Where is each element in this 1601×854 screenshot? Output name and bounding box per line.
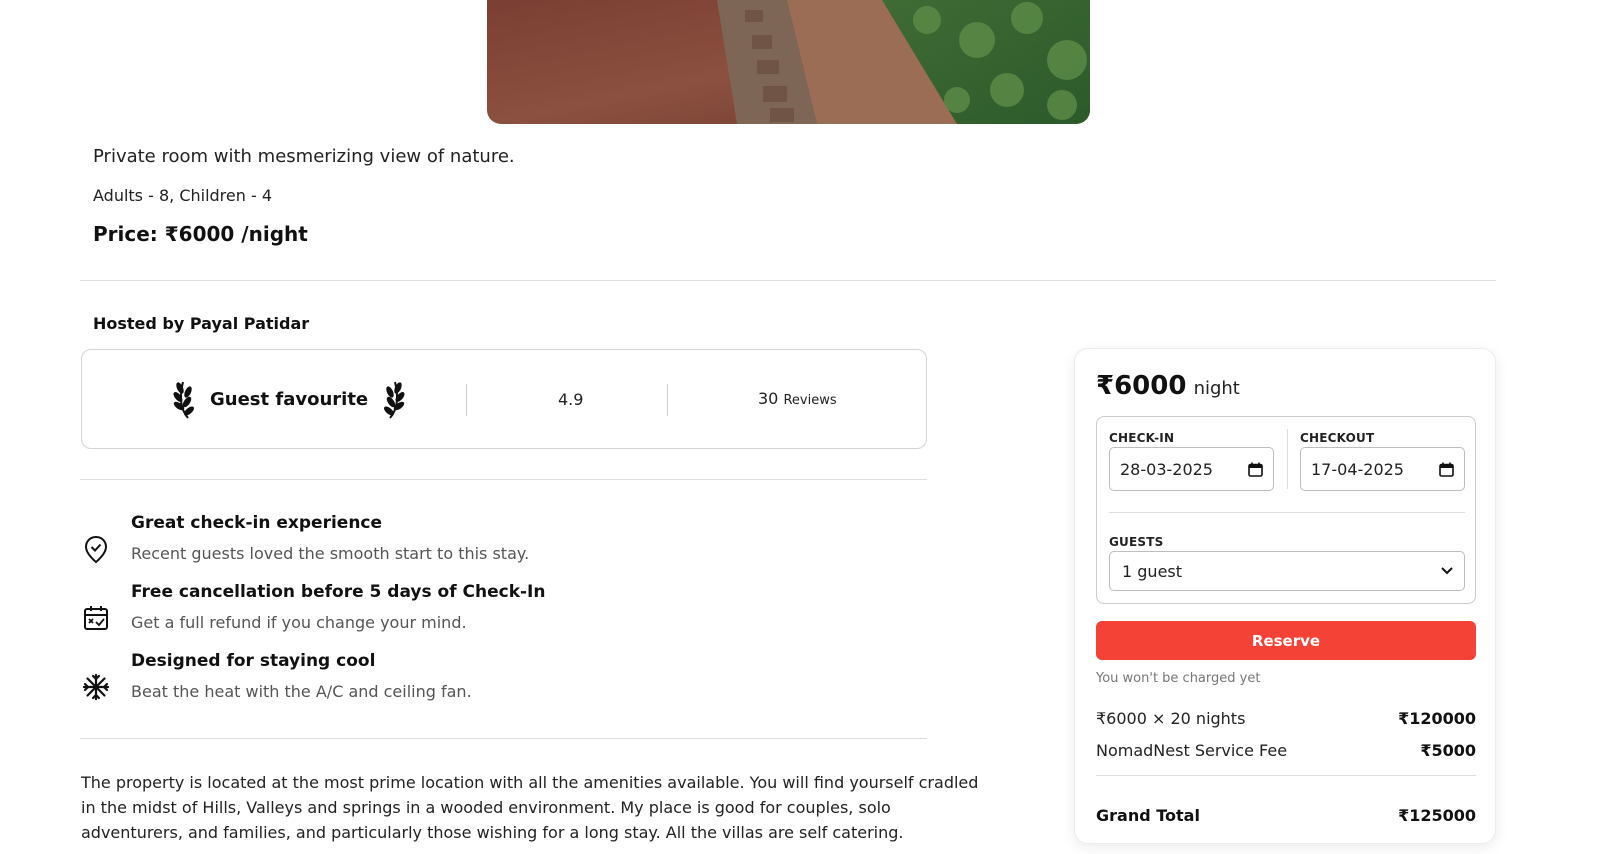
divider: [1109, 512, 1465, 513]
service-fee-row: NomadNest Service Fee ₹5000: [1096, 741, 1476, 760]
feature-item: Great check-in experience Recent guests …: [81, 512, 529, 565]
booking-price-unit: night: [1193, 378, 1240, 399]
booking-price-amount: ₹6000: [1096, 371, 1187, 401]
checkout-date-input[interactable]: 17-04-2025: [1300, 447, 1465, 491]
reviews-count[interactable]: 30 Reviews: [758, 389, 837, 408]
feature-title: Designed for staying cool: [131, 651, 376, 671]
listing-price: Price: ₹6000 /night: [93, 222, 308, 246]
reviews-number: 30: [758, 389, 779, 408]
guest-favourite-card: Guest favourite 4.9 30 Reviews: [81, 349, 927, 449]
grand-total-row: Grand Total ₹125000: [1096, 806, 1476, 825]
card-separator: [667, 384, 668, 416]
grand-total-label: Grand Total: [1096, 806, 1200, 825]
service-fee-label: NomadNest Service Fee: [1096, 741, 1288, 760]
guests-value: 1 guest: [1122, 561, 1183, 581]
card-separator: [466, 384, 467, 416]
service-fee-amount: ₹5000: [1420, 741, 1476, 760]
divider: [1096, 775, 1476, 776]
listing-title: Private room with mesmerizing view of na…: [93, 146, 515, 167]
guest-favourite-badge: Guest favourite: [172, 378, 406, 420]
rating-value: 4.9: [558, 390, 584, 409]
feature-item: Free cancellation before 5 days of Check…: [81, 581, 545, 634]
guest-favourite-label: Guest favourite: [210, 388, 369, 410]
feature-item: Designed for staying cool Beat the heat …: [81, 650, 472, 703]
reserve-button[interactable]: Reserve: [1096, 621, 1476, 660]
feature-description: Recent guests loved the smooth start to …: [131, 544, 530, 563]
checkout-label: CHECKOUT: [1300, 431, 1375, 445]
reviews-label: Reviews: [783, 393, 837, 408]
booking-form: CHECK-IN 28-03-2025 CHECKOUT 17-04-2025 …: [1096, 416, 1476, 604]
calendar-icon[interactable]: [1248, 462, 1263, 477]
feature-description: Beat the heat with the A/C and ceiling f…: [131, 682, 472, 701]
nights-cost-row: ₹6000 × 20 nights ₹120000: [1096, 709, 1476, 728]
checkout-date-value: 17-04-2025: [1311, 459, 1404, 479]
calendar-icon[interactable]: [1439, 462, 1454, 477]
laurel-right-icon: [384, 381, 405, 419]
grand-total-amount: ₹125000: [1398, 806, 1476, 825]
charge-note: You won't be charged yet: [1096, 671, 1261, 686]
host-name: Hosted by Payal Patidar: [93, 314, 310, 333]
chevron-down-icon: [1441, 567, 1453, 575]
laurel-left-icon: [173, 381, 194, 419]
checkin-label: CHECK-IN: [1109, 431, 1175, 445]
listing-photo: [487, 0, 1090, 124]
listing-description: The property is located at the most prim…: [81, 773, 979, 842]
feature-description: Get a full refund if you change your min…: [131, 613, 467, 632]
calendar-check-icon: [84, 606, 108, 630]
divider: [80, 280, 1496, 281]
guests-select[interactable]: 1 guest: [1109, 551, 1465, 591]
divider: [80, 738, 927, 739]
nights-cost-amount: ₹120000: [1398, 709, 1476, 728]
feature-title: Free cancellation before 5 days of Check…: [131, 582, 546, 602]
nights-cost-label: ₹6000 × 20 nights: [1096, 709, 1246, 728]
date-separator: [1287, 429, 1288, 489]
booking-card: ₹6000 night CHECK-IN 28-03-2025 CHECKOUT…: [1074, 348, 1496, 844]
checkin-date-input[interactable]: 28-03-2025: [1109, 447, 1274, 491]
snowflake-icon: [82, 673, 110, 701]
checkin-date-value: 28-03-2025: [1120, 459, 1213, 479]
feature-title: Great check-in experience: [131, 513, 383, 533]
location-check-icon: [84, 535, 108, 564]
guests-label: GUESTS: [1109, 535, 1164, 549]
occupancy-info: Adults - 8, Children - 4: [93, 186, 273, 205]
booking-price: ₹6000 night: [1096, 371, 1240, 401]
divider: [80, 479, 927, 480]
